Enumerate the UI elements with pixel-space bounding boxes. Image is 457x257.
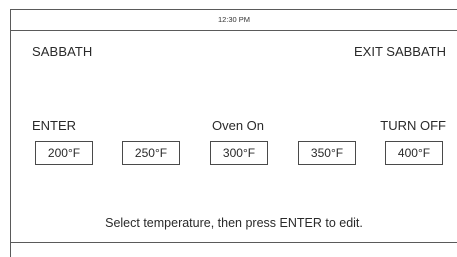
exit-sabbath-button[interactable]: EXIT SABBATH bbox=[354, 44, 446, 59]
oven-control-screen: 12:30 PM SABBATH EXIT SABBATH ENTER Oven… bbox=[10, 9, 457, 257]
instruction-text: Select temperature, then press ENTER to … bbox=[105, 216, 363, 230]
oven-status-label: Oven On bbox=[212, 118, 265, 133]
temperature-button-400[interactable]: 400°F bbox=[385, 141, 443, 165]
instruction-footer: Select temperature, then press ENTER to … bbox=[11, 215, 457, 243]
temperature-button-350[interactable]: 350°F bbox=[298, 141, 356, 165]
temperature-button-250[interactable]: 250°F bbox=[122, 141, 180, 165]
enter-label: ENTER bbox=[32, 118, 77, 133]
turn-off-button[interactable]: TURN OFF bbox=[380, 118, 446, 133]
status-bar: 12:30 PM bbox=[11, 10, 457, 31]
clock-time: 12:30 PM bbox=[217, 15, 251, 24]
temperature-button-200[interactable]: 200°F bbox=[35, 141, 93, 165]
temperature-button-300[interactable]: 300°F bbox=[210, 141, 268, 165]
sabbath-mode-title: SABBATH bbox=[32, 44, 93, 59]
